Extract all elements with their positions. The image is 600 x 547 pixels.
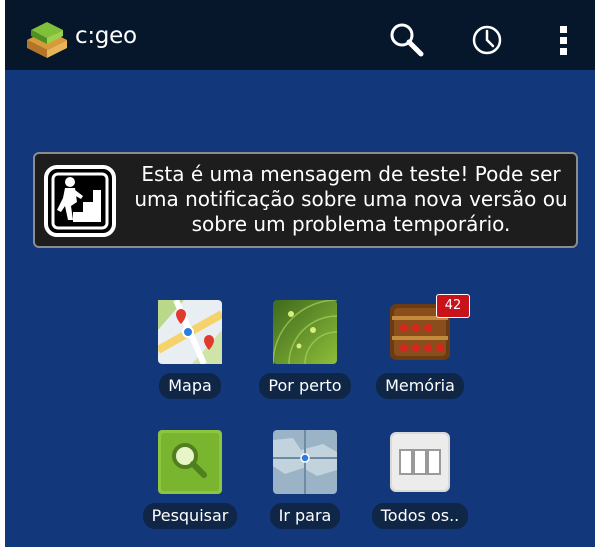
tile-stored-label: Memória xyxy=(376,373,464,399)
tile-stored[interactable]: 42 Memória xyxy=(350,294,490,412)
history-button[interactable] xyxy=(467,20,507,60)
stored-count-badge: 42 xyxy=(436,294,470,318)
search-icon xyxy=(390,23,424,57)
tile-all[interactable]: Todos os.. xyxy=(350,430,490,542)
app-title: c:geo xyxy=(75,23,137,49)
screen: c:geo Esta é uma mensagem de teste! Pode… xyxy=(5,0,595,547)
action-bar: c:geo xyxy=(5,0,595,70)
tile-all-label: Todos os.. xyxy=(371,503,469,529)
app-logo-icon[interactable] xyxy=(25,18,69,58)
overflow-menu-icon xyxy=(560,26,567,55)
map-icon xyxy=(158,300,222,364)
list-icon xyxy=(390,432,450,492)
notification-banner[interactable]: Esta é uma mensagem de teste! Pode ser u… xyxy=(33,152,578,248)
search-button[interactable] xyxy=(387,20,427,60)
tile-goto-label: Ir para xyxy=(269,503,341,529)
tile-nearby-label: Por perto xyxy=(259,373,351,399)
notification-message: Esta é uma mensagem de teste! Pode ser u… xyxy=(134,162,568,236)
target-map-icon xyxy=(273,430,337,494)
tile-map-label: Mapa xyxy=(159,373,221,399)
clock-icon xyxy=(472,25,502,55)
tile-all-label-wrap: Todos os.. xyxy=(350,503,490,529)
magnifier-icon xyxy=(158,430,222,494)
radar-icon xyxy=(273,300,337,364)
tile-stored-label-wrap: Memória xyxy=(350,373,490,399)
hiker-stairs-icon xyxy=(44,165,116,237)
tile-search-label: Pesquisar xyxy=(142,503,238,529)
overflow-menu-button[interactable] xyxy=(549,20,579,60)
